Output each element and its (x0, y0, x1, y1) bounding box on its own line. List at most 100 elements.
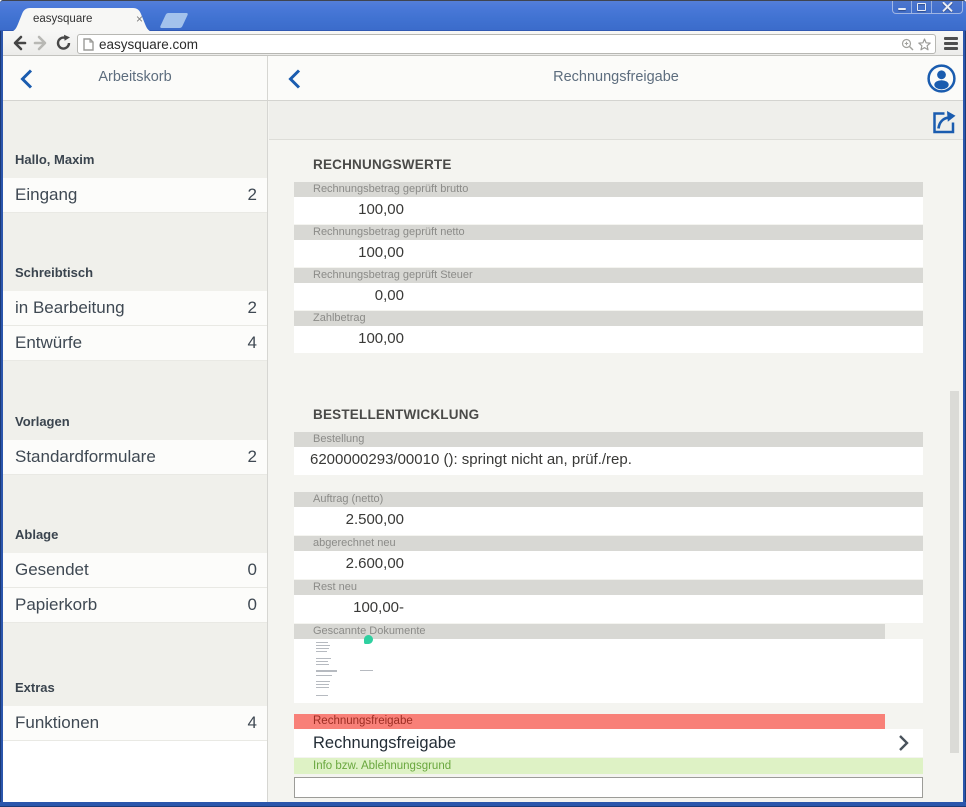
sidebar-item-count: 4 (248, 333, 257, 353)
field-value-row[interactable]: 6200000293/00010 (): springt nicht an, p… (294, 447, 923, 475)
detail-header: Rechnungsfreigabe (269, 56, 963, 100)
field-value: 100,00 (310, 330, 404, 347)
sidebar-section-label: Hallo, Maxim (15, 152, 94, 167)
scan-text-line (316, 684, 329, 685)
sidebar-header: Arbeitskorb (3, 56, 268, 100)
close-icon (942, 2, 953, 12)
share-icon[interactable] (928, 106, 957, 135)
maximize-button[interactable] (911, 1, 931, 13)
scan-text-line (316, 661, 328, 662)
page-icon (83, 38, 94, 51)
field-value-row[interactable]: 0,00 (294, 283, 923, 310)
field-label-bar: Rechnungsfreigabe (294, 714, 885, 729)
field-label-bar: Rechnungsbetrag geprüft netto (294, 225, 923, 240)
new-tab-button[interactable] (160, 13, 189, 28)
field-label-bar: Zahlbetrag (294, 311, 923, 326)
field-label-bar: Rechnungsbetrag geprüft Steuer (294, 268, 923, 283)
sidebar-item[interactable]: Gesendet 0 (3, 553, 267, 588)
forward-icon[interactable] (32, 34, 50, 52)
window-controls (892, 1, 963, 14)
form: RECHNUNGSWERTE Rechnungsbetrag geprüft b… (269, 140, 963, 798)
sidebar-section: Vorlagen Standardformulare 2 (3, 361, 267, 475)
scan-text-line (316, 664, 329, 665)
star-icon[interactable] (918, 38, 931, 51)
field-value-row[interactable]: 100,00 (294, 326, 923, 353)
field-value-row[interactable]: 2.500,00 (294, 507, 923, 535)
scrollbar-thumb[interactable] (950, 391, 959, 753)
close-button[interactable] (931, 1, 962, 13)
form-field: Info bzw. Ablehnungsgrund (294, 758, 923, 798)
scan-logo-dot (364, 635, 373, 644)
detail-panel: RECHNUNGSWERTE Rechnungsbetrag geprüft b… (269, 101, 963, 802)
field-value-row[interactable]: 100,00 (294, 240, 923, 267)
scan-text-line (316, 670, 337, 672)
person-icon[interactable] (927, 64, 956, 93)
scan-text-line (316, 648, 329, 649)
field-value: Rechnungsfreigabe (313, 734, 456, 753)
field-label: Rest neu (313, 581, 357, 593)
minimize-button[interactable] (893, 1, 911, 13)
scan-text-line (360, 670, 373, 671)
form-field: Bestellung 6200000293/00010 (): springt … (294, 432, 923, 475)
section-heading: RECHNUNGSWERTE (313, 157, 963, 174)
field-label-bar: Rest neu (294, 580, 923, 595)
scan-text-line (316, 687, 329, 688)
scan-text-line (316, 681, 330, 682)
field-label-bar: abgerechnet neu (294, 536, 923, 551)
sidebar-item[interactable]: Funktionen 4 (3, 706, 267, 741)
sidebar-section-header: Ablage (3, 475, 267, 553)
scanned-document-thumbnail[interactable] (294, 639, 923, 703)
field-value-row[interactable]: Rechnungsfreigabe (294, 729, 923, 757)
reload-icon[interactable] (55, 34, 73, 52)
field-value-row[interactable]: 2.600,00 (294, 551, 923, 579)
field-value: 100,00 (310, 201, 404, 218)
zoom-icon[interactable] (901, 38, 914, 51)
field-value: 6200000293/00010 (): springt nicht an, p… (310, 451, 632, 468)
sidebar-item[interactable]: Standardformulare 2 (3, 440, 267, 475)
field-label-bar: Info bzw. Ablehnungsgrund (294, 758, 923, 774)
menu-icon[interactable] (944, 37, 958, 49)
sidebar-item-label: Funktionen (15, 713, 99, 733)
scan-text-line (316, 695, 328, 696)
sidebar-item-label: Papierkorb (15, 595, 97, 615)
sidebar-item[interactable]: Entwürfe 4 (3, 326, 267, 361)
sidebar-item-count: 0 (248, 560, 257, 580)
browser-titlebar[interactable]: easysquare × (0, 0, 966, 31)
sidebar-item[interactable]: Papierkorb 0 (3, 588, 267, 623)
field-value: 100,00- (310, 599, 404, 616)
field-value: 2.600,00 (310, 555, 404, 572)
form-field: Gescannte Dokumente (294, 624, 923, 703)
sidebar-item-count: 2 (248, 185, 257, 205)
form-field: abgerechnet neu 2.600,00 (294, 536, 923, 579)
sidebar-section: Ablage Gesendet 0 Papierkorb 0 (3, 475, 267, 623)
field-value: 0,00 (310, 287, 404, 304)
field-value-row[interactable]: 100,00- (294, 595, 923, 623)
form-field: Rechnungsbetrag geprüft brutto 100,00 (294, 182, 923, 224)
scan-text-line (316, 645, 330, 646)
browser-tab[interactable]: easysquare × (9, 8, 154, 32)
tab-close-icon[interactable]: × (133, 13, 146, 26)
browser-window: easysquare × (0, 0, 966, 807)
sidebar-item[interactable]: in Bearbeitung 2 (3, 291, 267, 326)
field-value-row[interactable]: 100,00 (294, 197, 923, 224)
sidebar-item-label: Eingang (15, 185, 77, 205)
info-textarea[interactable] (294, 777, 923, 798)
sidebar-section: Hallo, Maxim Eingang 2 (3, 101, 267, 213)
field-label-bar: Auftrag (netto) (294, 492, 923, 507)
field-label: Rechnungsbetrag geprüft Steuer (313, 269, 473, 281)
address-bar[interactable]: easysquare.com (77, 34, 936, 54)
sidebar-section-label: Vorlagen (15, 414, 70, 429)
field-label: Info bzw. Ablehnungsgrund (313, 760, 451, 772)
sidebar-title: Arbeitskorb (3, 69, 267, 85)
window-border-left (0, 31, 3, 807)
sidebar-item[interactable]: Eingang 2 (3, 178, 267, 213)
sidebar-section: Extras Funktionen 4 (3, 623, 267, 741)
field-label: Zahlbetrag (313, 312, 366, 324)
sidebar-section-label: Schreibtisch (15, 265, 93, 280)
back-icon[interactable] (10, 34, 28, 52)
sidebar-section-header: Schreibtisch (3, 213, 267, 291)
minimize-icon (898, 8, 906, 10)
detail-title: Rechnungsfreigabe (269, 69, 963, 85)
url-text: easysquare.com (99, 37, 198, 52)
field-label: Bestellung (313, 433, 364, 445)
